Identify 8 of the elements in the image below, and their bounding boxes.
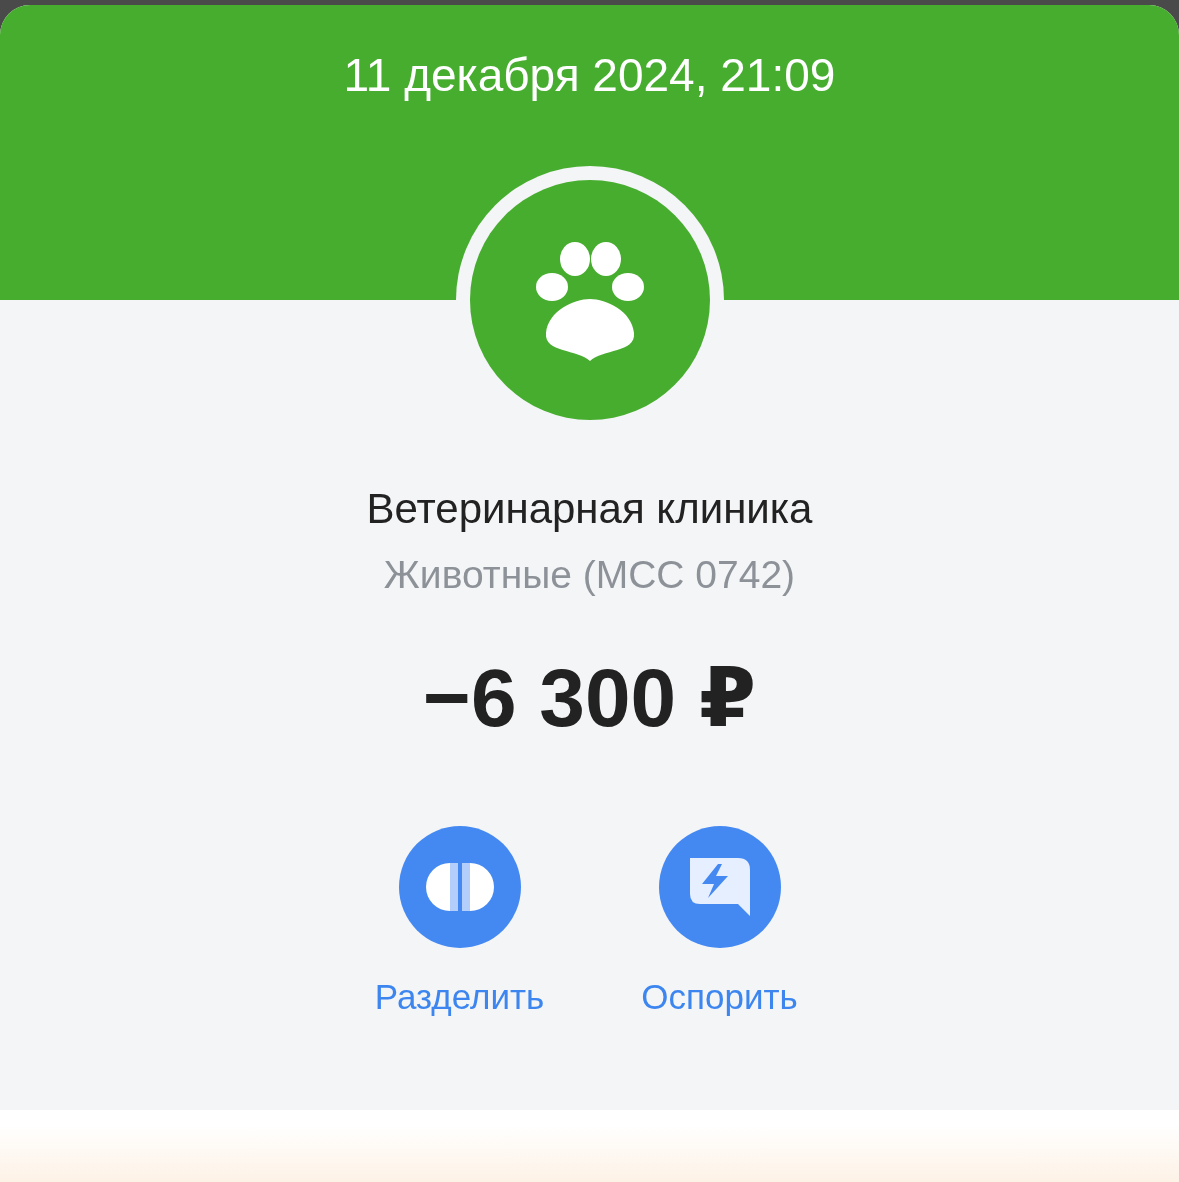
transaction-amount: −6 300 ₽ [423, 651, 756, 745]
action-label[interactable]: Разделить [374, 976, 545, 1018]
merchant-category: Животные (MCC 0742) [383, 552, 796, 598]
transaction-date: 11 декабря 2024, 21:09 [343, 48, 836, 103]
split-icon [423, 861, 496, 913]
chat-lightning-icon [687, 856, 752, 918]
action-label[interactable]: Оспорить [641, 976, 798, 1018]
merchant-name: Ветеринарная клиника [366, 484, 813, 534]
